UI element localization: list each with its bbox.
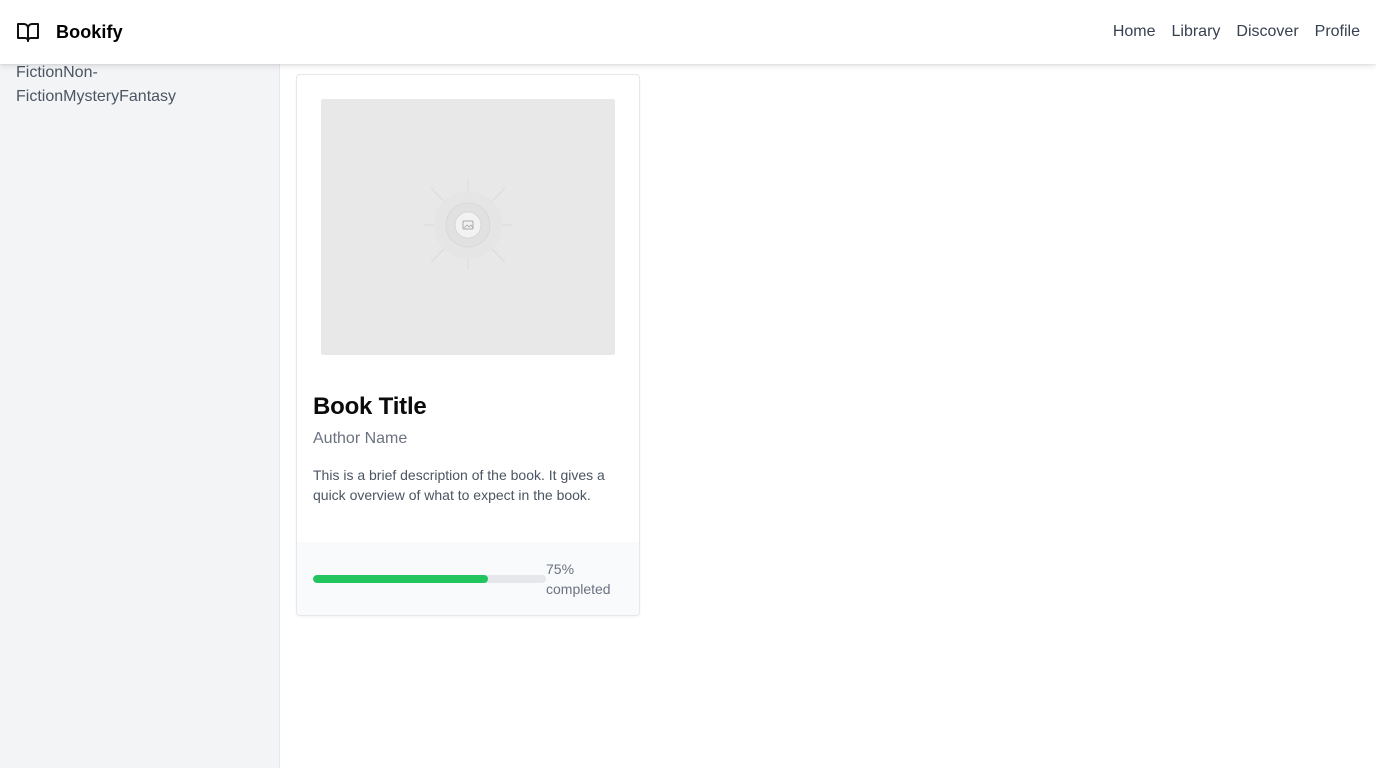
reading-progress-fill (313, 574, 488, 583)
sidebar: FictionNon-FictionMysteryFantasy (0, 64, 280, 768)
genre-item-fiction[interactable]: Fiction (16, 64, 63, 81)
genre-list: FictionNon-FictionMysteryFantasy (16, 61, 216, 109)
image-placeholder-icon (423, 179, 513, 275)
book-cover (321, 99, 615, 355)
nav-link-home[interactable]: Home (1113, 23, 1156, 41)
book-details: Book Title Author Name This is a brief d… (313, 391, 625, 505)
app-root: Bookify Home Library Discover Profile Fi… (0, 0, 1376, 768)
nav-link-profile[interactable]: Profile (1315, 23, 1360, 41)
open-book-icon (16, 20, 40, 44)
book-description: This is a brief description of the book.… (313, 467, 605, 503)
main-nav: Home Library Discover Profile (1113, 23, 1360, 41)
brand[interactable]: Bookify (16, 20, 123, 44)
app-name: Bookify (56, 21, 123, 42)
book-card[interactable]: Book Title Author Name This is a brief d… (296, 74, 640, 616)
nav-link-discover[interactable]: Discover (1236, 23, 1298, 41)
genre-item-mystery[interactable]: Mystery (63, 88, 119, 105)
book-title: Book Title (313, 393, 427, 420)
book-author: Author Name (313, 430, 408, 447)
nav-link-library[interactable]: Library (1172, 23, 1221, 41)
book-card-footer: 75% completed (297, 542, 639, 615)
genre-item-fantasy[interactable]: Fantasy (119, 88, 176, 105)
main-content: Book Title Author Name This is a brief d… (280, 64, 1376, 768)
progress-label: 75% completed (546, 560, 611, 597)
top-nav-bar: Bookify Home Library Discover Profile (0, 0, 1376, 64)
reading-progress-bar (313, 574, 546, 583)
